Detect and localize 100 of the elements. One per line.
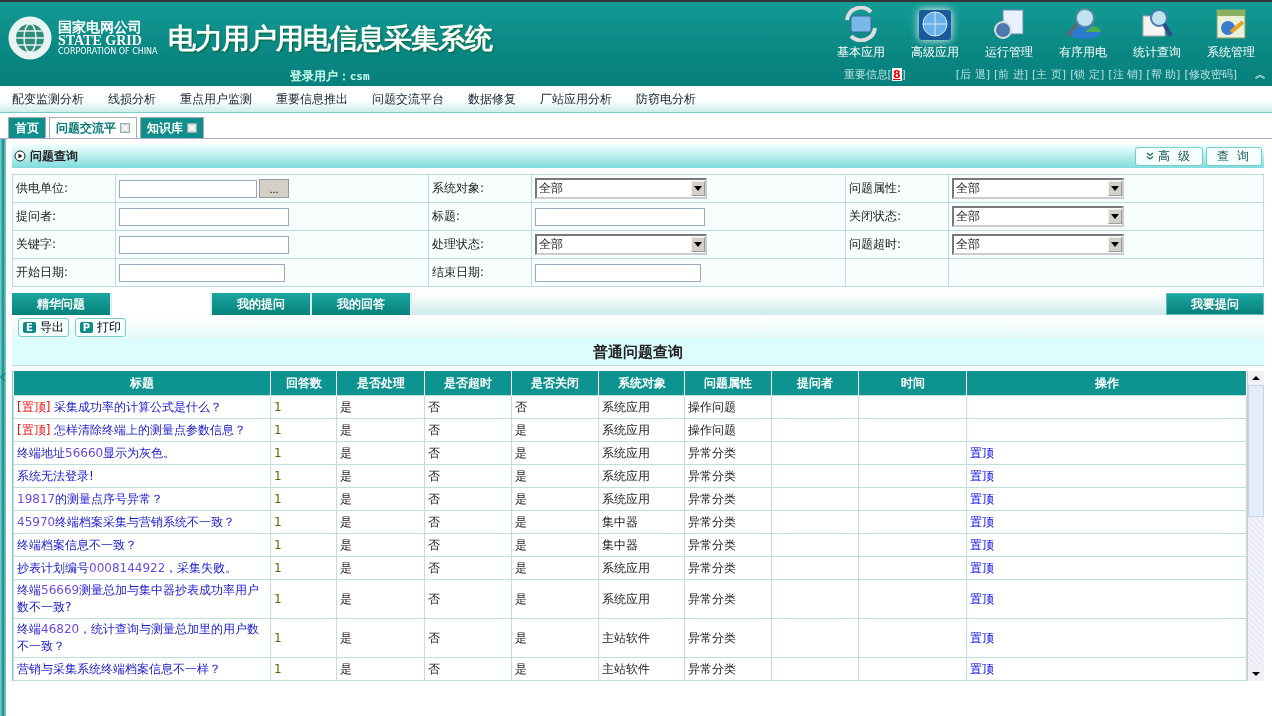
globe-logo-icon bbox=[8, 16, 52, 60]
magnifier-chart-icon bbox=[1063, 6, 1103, 42]
collapse-handle-icon[interactable] bbox=[0, 373, 6, 381]
dropdown[interactable]: 全部 bbox=[535, 234, 707, 255]
module-button[interactable]: 基本应用 bbox=[826, 6, 896, 61]
question-tab[interactable]: 我的提问 bbox=[212, 293, 312, 315]
column-header[interactable]: 操作 bbox=[966, 371, 1247, 396]
field-label: 问题属性: bbox=[849, 180, 902, 197]
important-info-link[interactable]: 重要信息[8] bbox=[843, 67, 906, 82]
table-cell: 异常分类 bbox=[688, 537, 736, 552]
menu-item[interactable]: 问题交流平台 bbox=[372, 90, 444, 108]
menu-item[interactable]: 重点用户监测 bbox=[180, 90, 252, 108]
dropdown[interactable]: 全部 bbox=[952, 178, 1124, 199]
query-button[interactable]: 查 询 bbox=[1206, 146, 1262, 166]
field-label: 关键字: bbox=[16, 236, 57, 253]
module-button[interactable]: 统计查询 bbox=[1122, 6, 1192, 61]
table-cell: 1 bbox=[274, 631, 282, 645]
pin-link[interactable]: 置顶 bbox=[970, 491, 994, 506]
table-cell: 否 bbox=[428, 537, 440, 552]
module-button[interactable]: 高级应用 bbox=[900, 6, 970, 61]
date-field[interactable] bbox=[119, 263, 285, 282]
table-cell: 操作问题 bbox=[688, 422, 736, 437]
page-tab[interactable]: 问题交流平 bbox=[49, 117, 137, 138]
column-header[interactable]: 回答数 bbox=[270, 371, 337, 396]
ask-question-button[interactable]: 我要提问 bbox=[1166, 293, 1264, 315]
table-cell: 否 bbox=[428, 661, 440, 676]
toolbar-button[interactable]: E 导出 bbox=[18, 317, 69, 337]
text-field[interactable] bbox=[119, 207, 289, 226]
menu-item[interactable]: 数据修复 bbox=[468, 90, 516, 108]
table-cell: 集中器 bbox=[602, 514, 638, 529]
table-cell: 1 bbox=[274, 561, 282, 575]
toolbar-button[interactable]: P 打印 bbox=[74, 317, 127, 337]
pin-link[interactable]: 置顶 bbox=[970, 591, 994, 606]
module-button[interactable]: 有序用电 bbox=[1048, 6, 1118, 61]
menu-item[interactable]: 重要信息推出 bbox=[276, 90, 348, 108]
table-cell: 是 bbox=[515, 630, 527, 645]
table-cell: 系统应用 bbox=[602, 491, 650, 506]
question-tab[interactable]: 精华问题 bbox=[12, 293, 112, 315]
table-cell: 是 bbox=[515, 591, 527, 606]
dropdown[interactable]: 全部 bbox=[952, 206, 1124, 227]
list-title: 普通问题查询 bbox=[593, 342, 683, 362]
menu-item[interactable]: 线损分析 bbox=[108, 90, 156, 108]
page-tab[interactable]: 知识库 bbox=[140, 117, 204, 138]
play-circle-icon bbox=[14, 150, 26, 162]
table-cell: 异常分类 bbox=[688, 560, 736, 575]
close-icon[interactable] bbox=[120, 123, 130, 133]
pin-link[interactable]: 置顶 bbox=[970, 468, 994, 483]
table-cell: 是 bbox=[515, 537, 527, 552]
module-button[interactable]: 运行管理 bbox=[974, 6, 1044, 61]
field-label: 处理状态: bbox=[432, 236, 485, 253]
module-button[interactable]: 系统管理 bbox=[1196, 6, 1266, 61]
page-tab[interactable]: 首页 bbox=[8, 117, 46, 138]
field-label: 开始日期: bbox=[16, 264, 69, 281]
text-field[interactable] bbox=[119, 235, 289, 254]
pin-link[interactable]: 置顶 bbox=[970, 630, 994, 645]
column-header[interactable]: 系统对象 bbox=[598, 371, 685, 396]
query-title: 问题查询 bbox=[30, 147, 78, 165]
table-cell: 系统应用 bbox=[602, 468, 650, 483]
browse-button[interactable]: ... bbox=[259, 179, 289, 198]
pin-link[interactable]: 置顶 bbox=[970, 537, 994, 552]
column-header[interactable]: 是否超时 bbox=[424, 371, 512, 396]
field-label: 系统对象: bbox=[432, 180, 485, 197]
pin-link[interactable]: 置顶 bbox=[970, 661, 994, 676]
table-cell: 否 bbox=[428, 591, 440, 606]
menu-item[interactable]: 配变监测分析 bbox=[12, 90, 84, 108]
table-cell: 1 bbox=[274, 469, 282, 483]
table-cell: 系统应用 bbox=[602, 399, 650, 414]
column-header[interactable]: 问题属性 bbox=[684, 371, 772, 396]
table-cell: 是 bbox=[340, 445, 352, 460]
table-cell: 是 bbox=[515, 422, 527, 437]
dropdown[interactable]: 全部 bbox=[952, 234, 1124, 255]
text-field[interactable] bbox=[535, 207, 705, 226]
table-cell: 是 bbox=[515, 661, 527, 676]
table-cell: 是 bbox=[340, 537, 352, 552]
collapse-button[interactable]: ︽ bbox=[1247, 67, 1266, 82]
column-header[interactable]: 时间 bbox=[858, 371, 967, 396]
column-header[interactable]: 标题 bbox=[13, 371, 271, 396]
column-header[interactable]: 是否处理 bbox=[336, 371, 425, 396]
menu-item[interactable]: 防窃电分析 bbox=[636, 90, 696, 108]
question-tab[interactable]: 我的回答 bbox=[312, 293, 412, 315]
table-cell: 否 bbox=[428, 491, 440, 506]
table-cell: 1 bbox=[274, 515, 282, 529]
close-icon[interactable] bbox=[187, 123, 197, 133]
date-field[interactable] bbox=[535, 263, 701, 282]
system-title: 电力用户用电信息采集系统 bbox=[167, 21, 492, 57]
menu-item[interactable]: 厂站应用分析 bbox=[540, 90, 612, 108]
table-cell: 是 bbox=[340, 560, 352, 575]
pin-link[interactable]: 置顶 bbox=[970, 514, 994, 529]
table-cell: 否 bbox=[428, 468, 440, 483]
table-cell: 是 bbox=[340, 591, 352, 606]
dropdown[interactable]: 全部 bbox=[535, 178, 707, 199]
table-cell: 异常分类 bbox=[688, 630, 736, 645]
scrollbar[interactable] bbox=[1247, 371, 1264, 681]
advanced-button[interactable]: 高 级 bbox=[1135, 146, 1204, 166]
pin-link[interactable]: 置顶 bbox=[970, 560, 994, 575]
table-cell: 系统应用 bbox=[602, 591, 650, 606]
column-header[interactable]: 提问者 bbox=[771, 371, 859, 396]
text-field[interactable] bbox=[119, 179, 257, 198]
column-header[interactable]: 是否关闭 bbox=[511, 371, 599, 396]
pin-link[interactable]: 置顶 bbox=[970, 445, 994, 460]
